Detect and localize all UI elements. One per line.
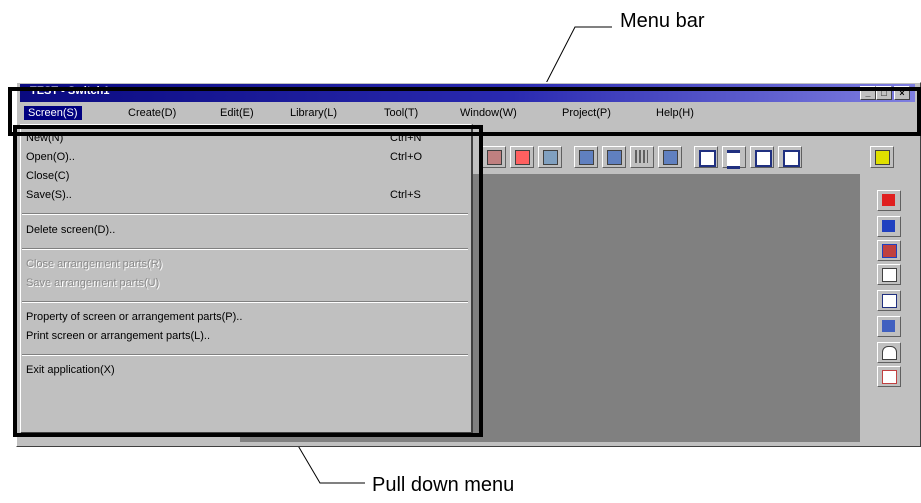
- side-tool-3[interactable]: [877, 240, 901, 261]
- toolbar-button-11[interactable]: [778, 146, 802, 168]
- grid-icon[interactable]: [630, 146, 654, 168]
- side-tool-8[interactable]: [877, 366, 901, 387]
- toolbar-button-9[interactable]: [722, 146, 746, 169]
- side-tool-5[interactable]: [877, 290, 901, 311]
- side-tool-6[interactable]: [877, 316, 901, 337]
- toolbar-button-4[interactable]: [574, 146, 598, 168]
- side-tool-4[interactable]: [877, 264, 901, 285]
- side-tool-1[interactable]: [877, 190, 901, 211]
- toolbar-button-7[interactable]: [658, 146, 682, 168]
- toolbar-button-12[interactable]: [870, 146, 894, 168]
- toolbar-button-1[interactable]: [482, 146, 506, 168]
- side-tool-7[interactable]: [877, 342, 901, 363]
- toolbar-button-5[interactable]: [602, 146, 626, 168]
- pull-down-menu-highlight-frame: [13, 125, 483, 437]
- toolbar-button-3[interactable]: [538, 146, 562, 168]
- side-tool-2[interactable]: [877, 216, 901, 237]
- toolbar-button-8[interactable]: [694, 146, 718, 168]
- toolbar-button-2[interactable]: [510, 146, 534, 168]
- toolbar-button-10[interactable]: [750, 146, 774, 168]
